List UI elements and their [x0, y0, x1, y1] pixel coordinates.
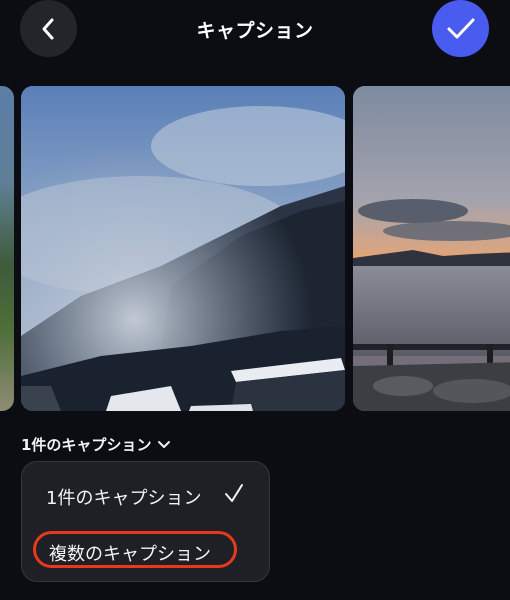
- photo-snowy-mountain[interactable]: [21, 86, 345, 411]
- chevron-down-icon: [158, 440, 171, 448]
- checkmark-icon: [225, 484, 243, 502]
- confirm-button[interactable]: [432, 0, 489, 57]
- photo-sunset-lake[interactable]: [353, 86, 510, 411]
- checkmark-icon: [447, 18, 474, 38]
- menu-item-multiple-captions[interactable]: 複数のキャプション: [49, 540, 211, 566]
- caption-mode-toggle[interactable]: 1件のキャプション: [21, 434, 171, 455]
- caption-mode-label: 1件のキャプション: [21, 436, 152, 454]
- menu-item-multiple-captions-highlight[interactable]: 複数のキャプション: [33, 531, 237, 568]
- menu-item-single-caption[interactable]: 1件のキャプション: [46, 484, 201, 510]
- photo-left-partial[interactable]: [0, 86, 14, 411]
- caption-mode-menu: 1件のキャプション 複数のキャプション: [21, 461, 270, 582]
